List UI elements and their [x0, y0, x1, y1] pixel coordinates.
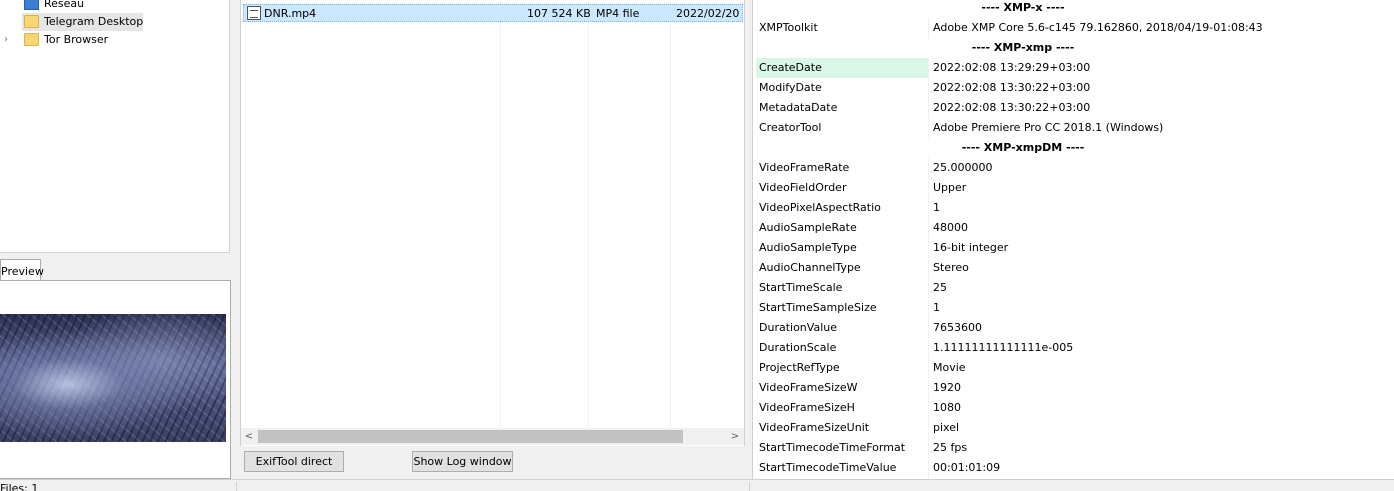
file-date: 2022/02/20 2: [676, 7, 743, 20]
metadata-key: StartTimeSampleSize: [759, 301, 877, 314]
metadata-value: 1080: [933, 401, 961, 414]
metadata-key: VideoPixelAspectRatio: [759, 201, 881, 214]
metadata-key: VideoFieldOrder: [759, 181, 847, 194]
app-window: Réseau Telegram Desktop › Tor Browser Pr…: [0, 0, 1394, 491]
metadata-value: 25.000000: [933, 161, 993, 174]
metadata-value: Adobe XMP Core 5.6-c145 79.162860, 2018/…: [933, 21, 1263, 34]
metadata-row[interactable]: CreateDate 2022:02:08 13:29:29+03:00: [753, 58, 1394, 78]
metadata-value: pixel: [933, 421, 960, 434]
metadata-group-header[interactable]: ---- XMP-xmpDM ----: [753, 138, 1394, 158]
metadata-key: VideoFrameSizeW: [759, 381, 858, 394]
metadata-row[interactable]: ModifyDate 2022:02:08 13:30:22+03:00: [753, 78, 1394, 98]
file-list[interactable]: DNR.mp4 107 524 KB MP4 file 2022/02/20 2: [240, 0, 745, 446]
metadata-value: 1.11111111111111e-005: [933, 341, 1074, 354]
metadata-value: Upper: [933, 181, 967, 194]
network-icon: [24, 0, 39, 10]
metadata-key: ProjectRefType: [759, 361, 840, 374]
metadata-key: XMPToolkit: [759, 21, 818, 34]
metadata-row[interactable]: CreatorTool Adobe Premiere Pro CC 2018.1 …: [753, 118, 1394, 138]
file-row[interactable]: DNR.mp4 107 524 KB MP4 file 2022/02/20 2: [243, 4, 743, 22]
file-type: MP4 file: [596, 7, 640, 20]
metadata-row[interactable]: VideoFieldOrder Upper: [753, 178, 1394, 198]
metadata-group-header[interactable]: ---- XMP-xmp ----: [753, 38, 1394, 58]
metadata-key: StartTimeScale: [759, 281, 843, 294]
metadata-table[interactable]: ---- XMP-x ---- XMPToolkit Adobe XMP Core …: [752, 0, 1394, 479]
metadata-key: AudioSampleType: [759, 241, 857, 254]
metadata-row[interactable]: XMPToolkit Adobe XMP Core 5.6-c145 79.162…: [753, 18, 1394, 38]
metadata-row[interactable]: ProjectRefType Movie: [753, 358, 1394, 378]
status-text: Files: 1: [0, 482, 39, 491]
metadata-value: 2022:02:08 13:30:22+03:00: [933, 81, 1091, 94]
metadata-row[interactable]: AudioChannelType Stereo: [753, 258, 1394, 278]
metadata-key: VideoFrameSizeH: [759, 401, 855, 414]
metadata-group-header[interactable]: ---- XMP-x ----: [753, 0, 1394, 18]
metadata-value: 1: [933, 201, 940, 214]
metadata-value: Stereo: [933, 261, 969, 274]
group-header-label: ---- XMP-x ----: [981, 1, 1065, 14]
file-name: DNR.mp4: [264, 7, 317, 20]
metadata-key: StartTimecodeTimeFormat: [759, 441, 906, 454]
metadata-row[interactable]: AudioSampleType 16-bit integer: [753, 238, 1394, 258]
metadata-value: 1920: [933, 381, 961, 394]
metadata-row[interactable]: MetadataDate 2022:02:08 13:30:22+03:00: [753, 98, 1394, 118]
tree-item-telegram-desktop[interactable]: Telegram Desktop: [0, 12, 230, 31]
tab-preview[interactable]: Preview: [0, 259, 44, 281]
metadata-value: 2022:02:08 13:30:22+03:00: [933, 101, 1091, 114]
tree-item-label: Telegram Desktop: [44, 15, 144, 28]
metadata-value: 2022:02:08 13:29:29+03:00: [933, 61, 1091, 74]
metadata-row[interactable]: DurationScale 1.11111111111111e-005: [753, 338, 1394, 358]
exiftool-direct-button[interactable]: ExifTool direct: [244, 451, 344, 472]
metadata-key: AudioChannelType: [759, 261, 861, 274]
metadata-key: CreatorTool: [759, 121, 822, 134]
scroll-left-icon[interactable]: <: [242, 430, 256, 443]
metadata-row[interactable]: VideoFrameSizeH 1080: [753, 398, 1394, 418]
metadata-key: StartTimecodeTimeValue: [759, 461, 897, 474]
metadata-row[interactable]: StartTimeScale 25: [753, 278, 1394, 298]
folder-icon: [24, 15, 39, 28]
folder-tree[interactable]: Réseau Telegram Desktop › Tor Browser: [0, 0, 230, 253]
scrollbar-thumb[interactable]: [258, 430, 683, 443]
metadata-key: CreateDate: [759, 61, 822, 74]
metadata-value: 25: [933, 281, 947, 294]
metadata-value: 7653600: [933, 321, 982, 334]
tree-item-label: Tor Browser: [44, 33, 109, 46]
metadata-value: 48000: [933, 221, 968, 234]
scroll-right-icon[interactable]: >: [728, 430, 742, 443]
metadata-key: DurationValue: [759, 321, 837, 334]
metadata-value: 00:01:01:09: [933, 461, 1001, 474]
metadata-value: 25 fps: [933, 441, 968, 454]
group-header-label: ---- XMP-xmpDM ----: [961, 141, 1085, 154]
metadata-key: VideoFrameSizeUnit: [759, 421, 870, 434]
video-thumbnail: [0, 314, 226, 442]
metadata-row[interactable]: DurationValue 7653600: [753, 318, 1394, 338]
metadata-key: AudioSampleRate: [759, 221, 857, 234]
metadata-value: 16-bit integer: [933, 241, 1009, 254]
metadata-row[interactable]: VideoFrameRate 25.000000: [753, 158, 1394, 178]
horizontal-scrollbar[interactable]: < >: [241, 428, 744, 445]
metadata-key: VideoFrameRate: [759, 161, 850, 174]
metadata-row[interactable]: VideoPixelAspectRatio 1: [753, 198, 1394, 218]
status-bar: Files: 1: [0, 479, 1394, 491]
metadata-value: Adobe Premiere Pro CC 2018.1 (Windows): [933, 121, 1164, 134]
tree-item-label: Réseau: [44, 0, 85, 10]
metadata-row[interactable]: VideoFrameSizeUnit pixel: [753, 418, 1394, 438]
metadata-value: 1: [933, 301, 940, 314]
metadata-row[interactable]: StartTimeSampleSize 1: [753, 298, 1394, 318]
show-log-window-button[interactable]: Show Log window: [412, 451, 513, 472]
file-size: 107 524 KB: [527, 7, 591, 20]
metadata-row[interactable]: AudioSampleRate 48000: [753, 218, 1394, 238]
video-file-icon: [247, 6, 261, 20]
group-header-label: ---- XMP-xmp ----: [971, 41, 1075, 54]
metadata-row[interactable]: VideoFrameSizeW 1920: [753, 378, 1394, 398]
folder-icon: [24, 33, 39, 46]
metadata-value: Movie: [933, 361, 966, 374]
metadata-row[interactable]: StartTimecodeTimeFormat 25 fps: [753, 438, 1394, 458]
chevron-right-icon[interactable]: ›: [4, 35, 13, 45]
metadata-key: ModifyDate: [759, 81, 822, 94]
tree-item-tor-browser[interactable]: › Tor Browser: [0, 30, 230, 49]
metadata-key: MetadataDate: [759, 101, 838, 114]
metadata-row[interactable]: StartTimecodeTimeValue 00:01:01:09: [753, 458, 1394, 478]
metadata-key: DurationScale: [759, 341, 837, 354]
